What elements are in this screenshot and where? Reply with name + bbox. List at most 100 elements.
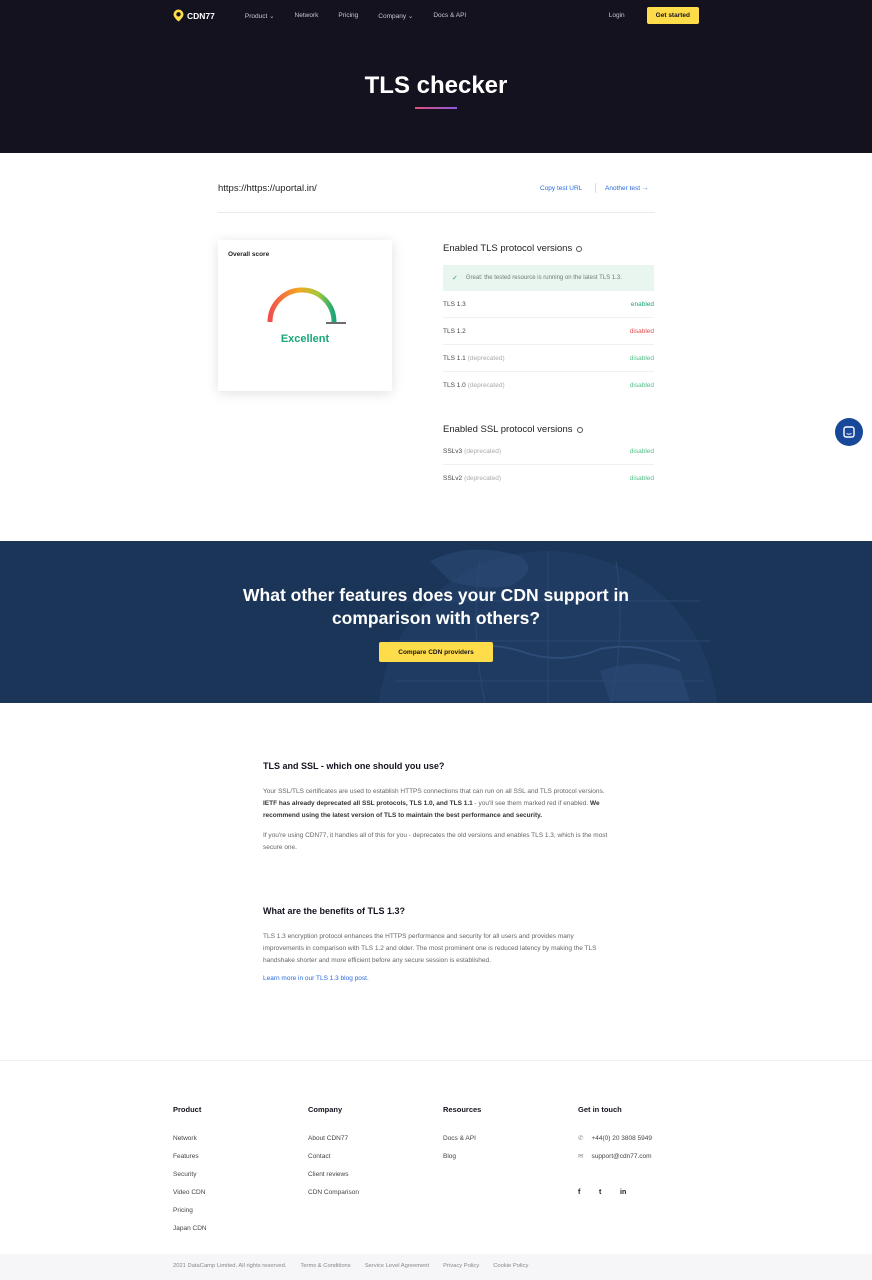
page-title: TLS checker bbox=[364, 72, 508, 99]
footer-bottom-bar: 2021 DataCamp Limited. All rights reserv… bbox=[0, 1254, 872, 1280]
get-started-button[interactable]: Get started bbox=[646, 7, 699, 24]
article-paragraph-2: If you're using CDN77, it handles all of… bbox=[263, 832, 608, 851]
tls-row: TLS 1.1 (deprecated) disabled bbox=[443, 345, 654, 372]
ssl-version-name: SSLv3 bbox=[443, 447, 463, 455]
compare-banner: What other features does your CDN suppor… bbox=[0, 541, 872, 703]
sla-link[interactable]: Service Level Agreement bbox=[365, 1263, 429, 1269]
deprecated-note: (deprecated) bbox=[464, 447, 502, 455]
logo[interactable]: CDN77 bbox=[173, 9, 215, 22]
tls-version-name: TLS 1.2 bbox=[443, 327, 466, 335]
login-link[interactable]: Login bbox=[609, 12, 625, 19]
tls-versions-section: Enabled TLS protocol versions ✓ Great: th… bbox=[443, 243, 654, 399]
email-link[interactable]: ✉ support@cdn77.com bbox=[578, 1147, 652, 1165]
footer-link[interactable]: Pricing bbox=[173, 1201, 207, 1219]
footer-divider bbox=[0, 1060, 872, 1061]
info-icon[interactable] bbox=[576, 245, 583, 252]
score-label: Overall score bbox=[228, 251, 270, 258]
article-heading-2: What are the benefits of TLS 1.3? bbox=[263, 906, 406, 916]
footer-link[interactable]: Docs & API bbox=[443, 1129, 481, 1147]
location-pin-icon bbox=[173, 9, 184, 22]
another-test-link[interactable]: Another test → bbox=[605, 185, 648, 192]
chat-button[interactable] bbox=[835, 418, 863, 446]
footer-link[interactable]: Contact bbox=[308, 1147, 359, 1165]
footer-resources: Resources Docs & API Blog bbox=[443, 1105, 481, 1165]
tls13-blog-link[interactable]: Learn more in our TLS 1.3 blog post. bbox=[263, 975, 613, 982]
title-underline bbox=[415, 107, 457, 109]
article-paragraph-1: Your SSL/TLS certificates are used to es… bbox=[263, 788, 605, 819]
nav-pricing[interactable]: Pricing bbox=[338, 12, 358, 20]
ssl-row: SSLv2 (deprecated) disabled bbox=[443, 465, 654, 492]
deprecated-note: (deprecated) bbox=[467, 382, 505, 389]
score-value: Excellent bbox=[280, 333, 330, 345]
tls-status: disabled bbox=[629, 327, 654, 335]
tls-row: TLS 1.2 disabled bbox=[443, 318, 654, 345]
info-icon[interactable] bbox=[576, 426, 583, 433]
facebook-icon[interactable]: f bbox=[578, 1189, 586, 1196]
tls-version-name: TLS 1.0 bbox=[443, 382, 466, 389]
article-tls13: What are the benefits of TLS 1.3? TLS 1.… bbox=[263, 906, 613, 982]
article-paragraph-3: TLS 1.3 encryption protocol enhances the… bbox=[263, 933, 597, 964]
copy-test-url-link[interactable]: Copy test URL bbox=[540, 185, 582, 192]
divider bbox=[595, 183, 596, 193]
tls-row: TLS 1.0 (deprecated) disabled bbox=[443, 372, 654, 399]
tls-status: disabled bbox=[629, 354, 654, 362]
footer-link[interactable]: Blog bbox=[443, 1147, 481, 1165]
copyright: 2021 DataCamp Limited. All rights reserv… bbox=[173, 1263, 287, 1269]
ssl-versions-section: Enabled SSL protocol versions SSLv3 (depr… bbox=[443, 424, 654, 492]
phone-link[interactable]: ✆ +44(0) 20 3808 5949 bbox=[578, 1129, 652, 1147]
arrow-right-icon: → bbox=[641, 185, 649, 192]
nav-product[interactable]: Product ⌄ bbox=[245, 12, 275, 20]
banner-title: What other features does your CDN suppor… bbox=[243, 585, 629, 628]
deprecated-note: (deprecated) bbox=[467, 354, 505, 362]
ssl-status: disabled bbox=[629, 475, 654, 482]
ssl-row: SSLv3 (deprecated) disabled bbox=[443, 438, 654, 465]
tls-version-name: TLS 1.3 bbox=[443, 300, 466, 308]
tls-status: enabled bbox=[630, 300, 654, 308]
ssl-section-title: Enabled SSL protocol versions bbox=[443, 424, 573, 435]
phone-icon: ✆ bbox=[578, 1135, 584, 1142]
footer-link[interactable]: Video CDN bbox=[173, 1183, 207, 1201]
top-nav: CDN77 Product ⌄ Network Pricing Company … bbox=[173, 7, 699, 24]
linkedin-icon[interactable]: in bbox=[620, 1189, 628, 1196]
chat-icon bbox=[843, 426, 855, 438]
tested-url-row: https://https://uportal.in/ Copy test UR… bbox=[218, 180, 655, 213]
check-icon: ✓ bbox=[452, 275, 458, 282]
tls-section-title: Enabled TLS protocol versions bbox=[443, 243, 573, 254]
twitter-icon[interactable]: t bbox=[599, 1189, 607, 1196]
hero-header: CDN77 Product ⌄ Network Pricing Company … bbox=[0, 0, 872, 153]
footer-product: Product Network Features Security Video CDN… bbox=[173, 1105, 207, 1237]
article-tls-ssl: TLS and SSL - which one should you use? … bbox=[263, 761, 613, 854]
tls-notice-text: Great: the tested resource is running on… bbox=[465, 275, 622, 281]
deprecated-note: (deprecated) bbox=[464, 475, 502, 482]
footer-link[interactable]: Features bbox=[173, 1147, 207, 1165]
footer-company: Company About CDN77 Contact Client reviews… bbox=[308, 1105, 359, 1201]
footer-link[interactable]: Security bbox=[173, 1165, 207, 1183]
compare-cdn-button[interactable]: Compare CDN providers bbox=[379, 642, 493, 662]
tls-status: disabled bbox=[629, 382, 654, 389]
ssl-status: disabled bbox=[629, 447, 654, 455]
footer-link[interactable]: CDN Comparison bbox=[308, 1183, 359, 1201]
cookie-link[interactable]: Cookie Policy bbox=[493, 1263, 528, 1269]
footer-link[interactable]: Client reviews bbox=[308, 1165, 359, 1183]
footer-link[interactable]: About CDN77 bbox=[308, 1129, 359, 1147]
footer-link[interactable]: Network bbox=[173, 1129, 207, 1147]
tls-version-name: TLS 1.1 bbox=[443, 354, 466, 362]
nav-docs[interactable]: Docs & API bbox=[433, 12, 466, 20]
social-links: f t in bbox=[578, 1189, 628, 1196]
chevron-down-icon: ⌄ bbox=[407, 12, 414, 20]
ssl-version-name: SSLv2 bbox=[443, 475, 463, 482]
footer-contact: Get in touch ✆ +44(0) 20 3808 5949 ✉ suppo… bbox=[578, 1105, 652, 1165]
logo-text: CDN77 bbox=[187, 10, 215, 21]
overall-score-card: Overall score Excellent bbox=[218, 240, 392, 391]
score-gauge bbox=[267, 287, 346, 324]
footer-link[interactable]: Japan CDN bbox=[173, 1219, 207, 1237]
nav-network[interactable]: Network bbox=[295, 12, 319, 20]
mail-icon: ✉ bbox=[578, 1153, 584, 1160]
tls-row: TLS 1.3 enabled bbox=[443, 291, 654, 318]
terms-link[interactable]: Terms & Conditions bbox=[300, 1263, 350, 1269]
nav-company[interactable]: Company ⌄ bbox=[378, 12, 413, 20]
tested-url: https://https://uportal.in/ bbox=[218, 183, 317, 194]
chevron-down-icon: ⌄ bbox=[269, 12, 275, 20]
tls-notice: ✓ Great: the tested resource is running o… bbox=[443, 265, 654, 291]
privacy-link[interactable]: Privacy Policy bbox=[443, 1263, 479, 1269]
